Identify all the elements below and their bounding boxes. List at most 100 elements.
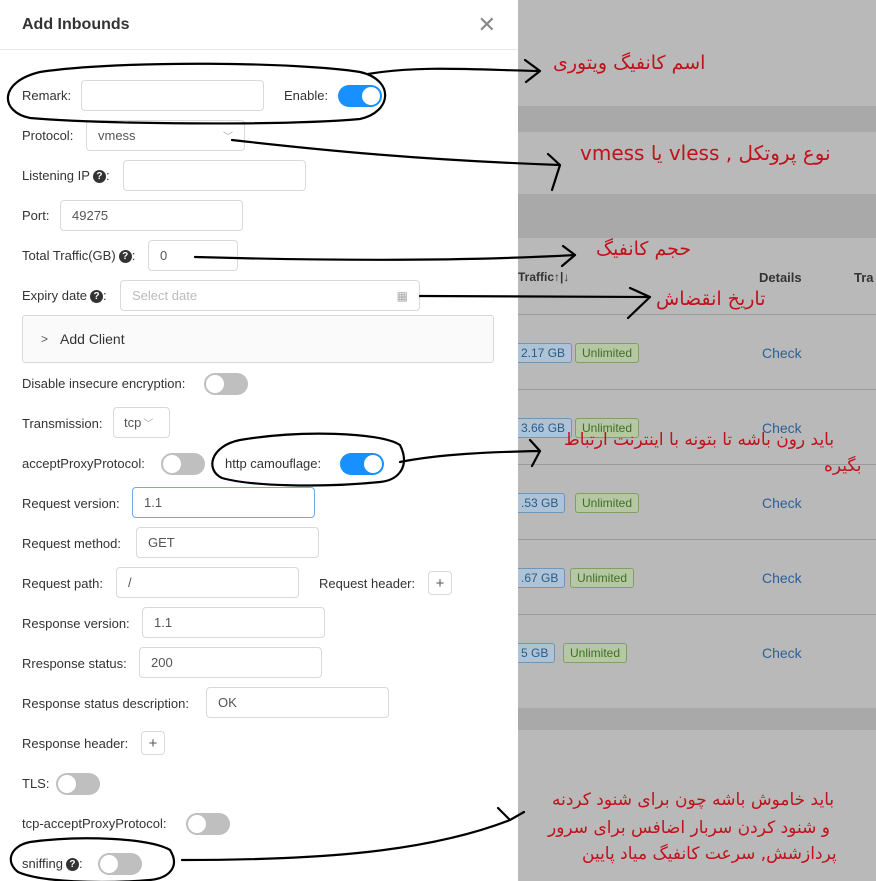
response-status-desc-input[interactable]: OK [206, 687, 389, 718]
response-status-desc-value: OK [218, 695, 237, 710]
disable-insecure-toggle[interactable] [204, 373, 248, 395]
total-traffic-label: Total Traffic(GB)?: [22, 248, 136, 264]
transmission-value: tcp [124, 415, 142, 430]
enable-toggle[interactable] [338, 85, 382, 107]
add-response-header-button[interactable]: + [141, 731, 165, 755]
accept-proxy-label: acceptProxyProtocol: [22, 456, 145, 471]
request-version-value: 1.1 [144, 495, 163, 510]
tcp-accept-proxy-toggle[interactable] [186, 813, 230, 835]
chevron-down-icon: ﹀ [223, 132, 233, 143]
modal-title: Add Inbounds [22, 15, 130, 33]
traffic-size-tag: .53 GB [518, 493, 566, 513]
response-status-desc-label: Response status description: [22, 696, 189, 711]
expiry-label: Expiry date?: [22, 288, 107, 304]
close-icon[interactable]: ✕ [478, 13, 496, 36]
listening-ip-input[interactable] [123, 160, 306, 191]
unlimited-tag: Unlimited [575, 493, 640, 513]
annotation-camouflage-line2: بگیره [824, 456, 862, 476]
protocol-label: Protocol: [22, 128, 74, 143]
annotation-sniffing-line3: پردازشش, سرعت کانفیگ میاد پایین [582, 844, 837, 864]
total-traffic-text: Total Traffic(GB) [22, 248, 116, 263]
colon: : [131, 248, 136, 263]
traffic-size-tag: .67 GB [518, 568, 566, 588]
annotation-camouflage-line1: باید رون باشه تا بتونه با اینترنت ارتباط [564, 430, 835, 450]
response-version-input[interactable]: 1.1 [142, 607, 325, 638]
annotation-sniffing-line2: و شنود کردن سربار اضافس برای سرور [548, 818, 830, 838]
expiry-date-picker[interactable]: Select date ▦ [120, 280, 420, 311]
transmission-label: Transmission: [22, 416, 103, 431]
disable-insecure-label: Disable insecure encryption: [22, 376, 186, 391]
unlimited-tag: Unlimited [570, 568, 635, 588]
sniffing-toggle[interactable] [98, 853, 142, 875]
check-link[interactable]: Check [762, 345, 802, 361]
column-details: Details [759, 270, 802, 285]
check-link[interactable]: Check [762, 495, 802, 511]
port-input[interactable]: 49275 [60, 200, 243, 231]
total-traffic-value: 0 [160, 248, 168, 263]
http-camouflage-label: http camouflage: [225, 456, 322, 471]
protocol-select[interactable]: vmess ﹀ [86, 120, 245, 151]
request-version-label: Request version: [22, 496, 120, 511]
unlimited-tag: Unlimited [563, 643, 628, 663]
transmission-select[interactable]: tcp ﹀ [113, 407, 170, 438]
tcp-accept-proxy-label: tcp-acceptProxyProtocol: [22, 816, 167, 831]
accept-proxy-toggle[interactable] [161, 453, 205, 475]
unlimited-tag: Unlimited [575, 343, 640, 363]
column-traffic-cut: Tra [854, 270, 874, 285]
remark-label: Remark: [22, 88, 72, 103]
request-method-label: Request method: [22, 536, 122, 551]
calendar-icon: ▦ [396, 288, 408, 303]
response-header-label: Response header: [22, 736, 129, 751]
traffic-size-tag: 5 GB [518, 643, 556, 663]
check-link[interactable]: Check [762, 645, 802, 661]
annotation-config-volume: حجم کانفیگ [596, 238, 692, 260]
help-icon[interactable]: ? [65, 858, 79, 872]
help-icon[interactable]: ? [90, 290, 104, 304]
annotation-sniffing-line1: باید خاموش باشه چون برای شنود کردنه [552, 790, 835, 810]
expiry-text: Expiry date [22, 288, 88, 303]
tls-toggle[interactable] [56, 773, 100, 795]
request-version-input[interactable]: 1.1 [132, 487, 315, 518]
check-link[interactable]: Check [762, 570, 802, 586]
sniffing-label: sniffing?: [22, 856, 83, 872]
request-method-value: GET [148, 535, 175, 550]
help-icon[interactable]: ? [118, 250, 132, 264]
expiry-placeholder: Select date [132, 288, 198, 303]
request-path-value: / [128, 575, 132, 590]
tls-label: TLS: [22, 776, 50, 791]
http-camouflage-toggle[interactable] [340, 453, 384, 475]
request-path-label: Request path: [22, 576, 103, 591]
traffic-size-tag: 2.17 GB [518, 343, 573, 363]
add-client-label: Add Client [60, 331, 125, 347]
modal-header: Add Inbounds ✕ [0, 0, 518, 50]
colon: : [78, 856, 83, 871]
request-path-input[interactable]: / [116, 567, 299, 598]
response-version-value: 1.1 [154, 615, 173, 630]
port-label: Port: [22, 208, 50, 223]
table-row: .67 GB Unlimited Check [518, 539, 876, 613]
column-traffic[interactable]: Traffic↑|↓ [518, 270, 569, 284]
port-value: 49275 [72, 208, 109, 223]
request-header-label: Request header: [319, 576, 416, 591]
add-inbounds-modal: Add Inbounds ✕ Remark: Enable: Protocol:… [0, 0, 518, 881]
add-request-header-button[interactable]: + [428, 571, 452, 595]
annotation-protocol-type: نوع پروتکل , vless یا vmess [580, 141, 831, 165]
colon: : [103, 288, 107, 303]
annotation-expiry: تاریخ انقضاش [656, 288, 766, 310]
response-status-input[interactable]: 200 [139, 647, 322, 678]
chevron-down-icon: ﹀ [143, 419, 154, 430]
response-version-label: Response version: [22, 616, 130, 631]
annotation-config-name: اسم کانفیگ ویتوری [553, 52, 706, 74]
response-status-label: Rresponse status: [22, 656, 127, 671]
request-method-input[interactable]: GET [136, 527, 319, 558]
help-icon[interactable]: ? [92, 170, 106, 184]
table-row: 2.17 GB Unlimited Check [518, 314, 876, 388]
listening-ip-text: Listening IP [22, 168, 90, 183]
table-row: .53 GB Unlimited Check [518, 464, 876, 538]
total-traffic-input[interactable]: 0 [148, 240, 238, 271]
table-row: 5 GB Unlimited Check [518, 614, 876, 688]
protocol-value: vmess [98, 128, 136, 143]
add-client-collapse[interactable]: > Add Client [22, 315, 494, 363]
response-status-value: 200 [151, 655, 173, 670]
remark-input[interactable] [81, 80, 264, 111]
